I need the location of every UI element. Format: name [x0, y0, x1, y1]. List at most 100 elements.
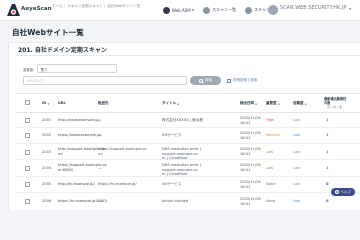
row-title: 株式会社XXXXX | 東京都 — [162, 118, 203, 122]
row-id: 2001 — [42, 118, 52, 122]
breadcrumb-item-scan[interactable]: スキャン定期スキャン — [67, 4, 103, 8]
table-row[interactable]: 2004 https://support.example.co m:8080/ —… — [15, 161, 360, 177]
row-title: XXサービス — [162, 133, 182, 137]
search-button[interactable]: 検索 — [190, 76, 221, 85]
row-vuln-count[interactable]: 1 — [326, 150, 329, 155]
row-url[interactable]: http://hr.example.jp/ — [58, 182, 95, 187]
nav-scan-list[interactable]: スキャン一覧 — [203, 6, 237, 14]
settings-icon — [245, 6, 253, 14]
sort-icon: ▼ — [47, 101, 50, 106]
row-title: Action blocked — [162, 199, 189, 203]
page-title: 自社Webサイト一覧 — [12, 28, 84, 37]
row-url[interactable]: http://support.example.co m/ — [58, 147, 105, 156]
row-date: 2025/11/26 16:41 — [240, 116, 261, 125]
row-vuln-count[interactable]: 1 — [326, 133, 329, 138]
table-row[interactable]: 2006 https://hr.example.jp:8080/ — Actio… — [15, 194, 360, 211]
question-icon: ? — [335, 190, 339, 194]
column-header-severity[interactable]: 重要度◆ — [266, 101, 281, 106]
row-vuln-count[interactable]: 0 — [326, 199, 329, 204]
row-confidence: Low — [293, 118, 301, 122]
row-confidence: Low — [293, 199, 301, 203]
row-id: 2003 — [42, 150, 52, 154]
row-url[interactable]: https://www.example.jp/ — [58, 133, 102, 138]
row-vuln-count[interactable]: 1 — [326, 166, 329, 171]
search-icon — [198, 78, 203, 83]
scan-title: 201. 自社ドメイン定期スキャン — [18, 47, 107, 54]
aeyescan-logo-icon — [7, 4, 20, 16]
row-id: 2005 — [42, 182, 52, 186]
row-date: 2025/11/26 16:41 — [240, 197, 261, 206]
nav-web-asm[interactable]: Web ASM ▼ — [163, 6, 195, 14]
row-redirect: — — [98, 166, 102, 170]
row-title: XXサービス — [162, 182, 182, 186]
url-search-input[interactable] — [23, 76, 187, 85]
column-header-vuln-count[interactable]: 最新検出脆弱性 の数 — [324, 97, 346, 105]
row-vuln-count[interactable]: 1 — [326, 118, 329, 123]
severity-filter-label: 重要度: — [23, 68, 35, 72]
breadcrumb-item-home[interactable]: ホーム — [52, 4, 63, 8]
table-row[interactable]: 2002 https://www.example.jp/ — XXサービス 20… — [15, 129, 360, 144]
row-url[interactable]: https://support.example.co m:8080/ — [58, 163, 107, 172]
row-url[interactable]: http://www.example.jp/ — [58, 118, 100, 123]
column-header-id[interactable]: ID▼ — [42, 101, 50, 106]
scan-list-icon — [203, 6, 211, 14]
column-header-redirect[interactable]: 転送先 — [98, 101, 109, 106]
help-button-label: ヘルプ — [340, 189, 352, 194]
sort-icon: ◆ — [277, 101, 280, 106]
row-date: 2025/11/26 16:41 — [240, 147, 261, 156]
chevron-down-icon: ▼ — [191, 8, 195, 12]
column-header-title[interactable]: タイトル◆ — [162, 101, 180, 106]
advanced-search-link[interactable]: 詳細検索で検索 — [227, 78, 258, 83]
breadcrumb-item-current: 自社Webサイト一覧 — [107, 4, 141, 8]
row-redirect: — — [98, 199, 102, 203]
main-card: 201. 自社ドメイン定期スキャン 重要度: 全て ▾ 検索 詳細検索で検索 I… — [8, 42, 360, 210]
table-row[interactable]: 2001 http://www.example.jp/ — 株式会社XXXXX … — [15, 114, 360, 128]
row-checkbox[interactable] — [25, 199, 30, 204]
app-logo[interactable]: AeyeScan — [6, 2, 52, 19]
row-redirect: — — [98, 133, 102, 137]
divider — [15, 93, 360, 94]
web-asm-icon — [163, 6, 170, 14]
row-severity: Low — [266, 166, 274, 170]
column-header-url[interactable]: URL — [58, 101, 66, 105]
row-title: DNS resolution error | support.example.c… — [162, 147, 201, 161]
row-confidence: Low — [293, 150, 301, 154]
user-menu-chevron-icon[interactable]: ▾ — [349, 6, 351, 11]
nav-web-asm-label: Web ASM — [172, 7, 191, 13]
row-redirect[interactable]: https://support.example.co m/ — [98, 147, 160, 156]
row-confidence: Low — [293, 166, 301, 170]
row-severity: None — [266, 199, 276, 203]
select-all-checkbox[interactable] — [25, 100, 30, 105]
row-vuln-count[interactable]: 0 — [326, 182, 329, 187]
row-redirect[interactable]: https://hr.example.jp/ — [98, 182, 137, 187]
user-account[interactable]: SCAN.WEB.SECURITY.HK.JP — [280, 6, 346, 11]
row-checkbox[interactable] — [25, 133, 30, 138]
table-row[interactable]: 2003 http://support.example.co m/ https:/… — [15, 145, 360, 160]
divider — [15, 55, 360, 56]
row-id: 2002 — [42, 133, 52, 137]
row-checkbox[interactable] — [25, 166, 30, 171]
column-header-confidence[interactable]: 信頼度◆ — [293, 101, 308, 106]
nav-scan-list-label: スキャン一覧 — [212, 7, 237, 12]
sort-icon: ◆ — [177, 101, 180, 106]
sort-icon: ◆ — [255, 101, 258, 106]
row-date: 2025/11/26 16:41 — [240, 131, 261, 140]
column-header-detected-at[interactable]: 検出日時◆ — [240, 101, 258, 106]
row-checkbox[interactable] — [25, 150, 30, 155]
avatar[interactable] — [268, 5, 278, 15]
sort-icon: ◆ — [304, 101, 307, 106]
severity-filter-select[interactable]: 全て ▾ — [37, 64, 117, 73]
app-logo-text: AeyeScan — [21, 6, 52, 12]
row-checkbox[interactable] — [25, 118, 30, 123]
help-button[interactable]: ? ヘルプ — [331, 188, 355, 196]
row-id: 2004 — [42, 166, 52, 170]
table-row[interactable]: 2005 http://hr.example.jp/ https://hr.ex… — [15, 178, 360, 193]
chevron-down-icon: ▾ — [41, 67, 43, 71]
row-checkbox[interactable] — [25, 182, 30, 187]
row-date: 2025/11/26 16:41 — [240, 163, 261, 172]
search-button-label: 検索 — [204, 78, 213, 82]
row-severity: None — [266, 182, 276, 186]
row-confidence: Low — [293, 133, 301, 137]
row-severity: High — [266, 118, 275, 122]
row-confidence: Low — [293, 182, 301, 186]
